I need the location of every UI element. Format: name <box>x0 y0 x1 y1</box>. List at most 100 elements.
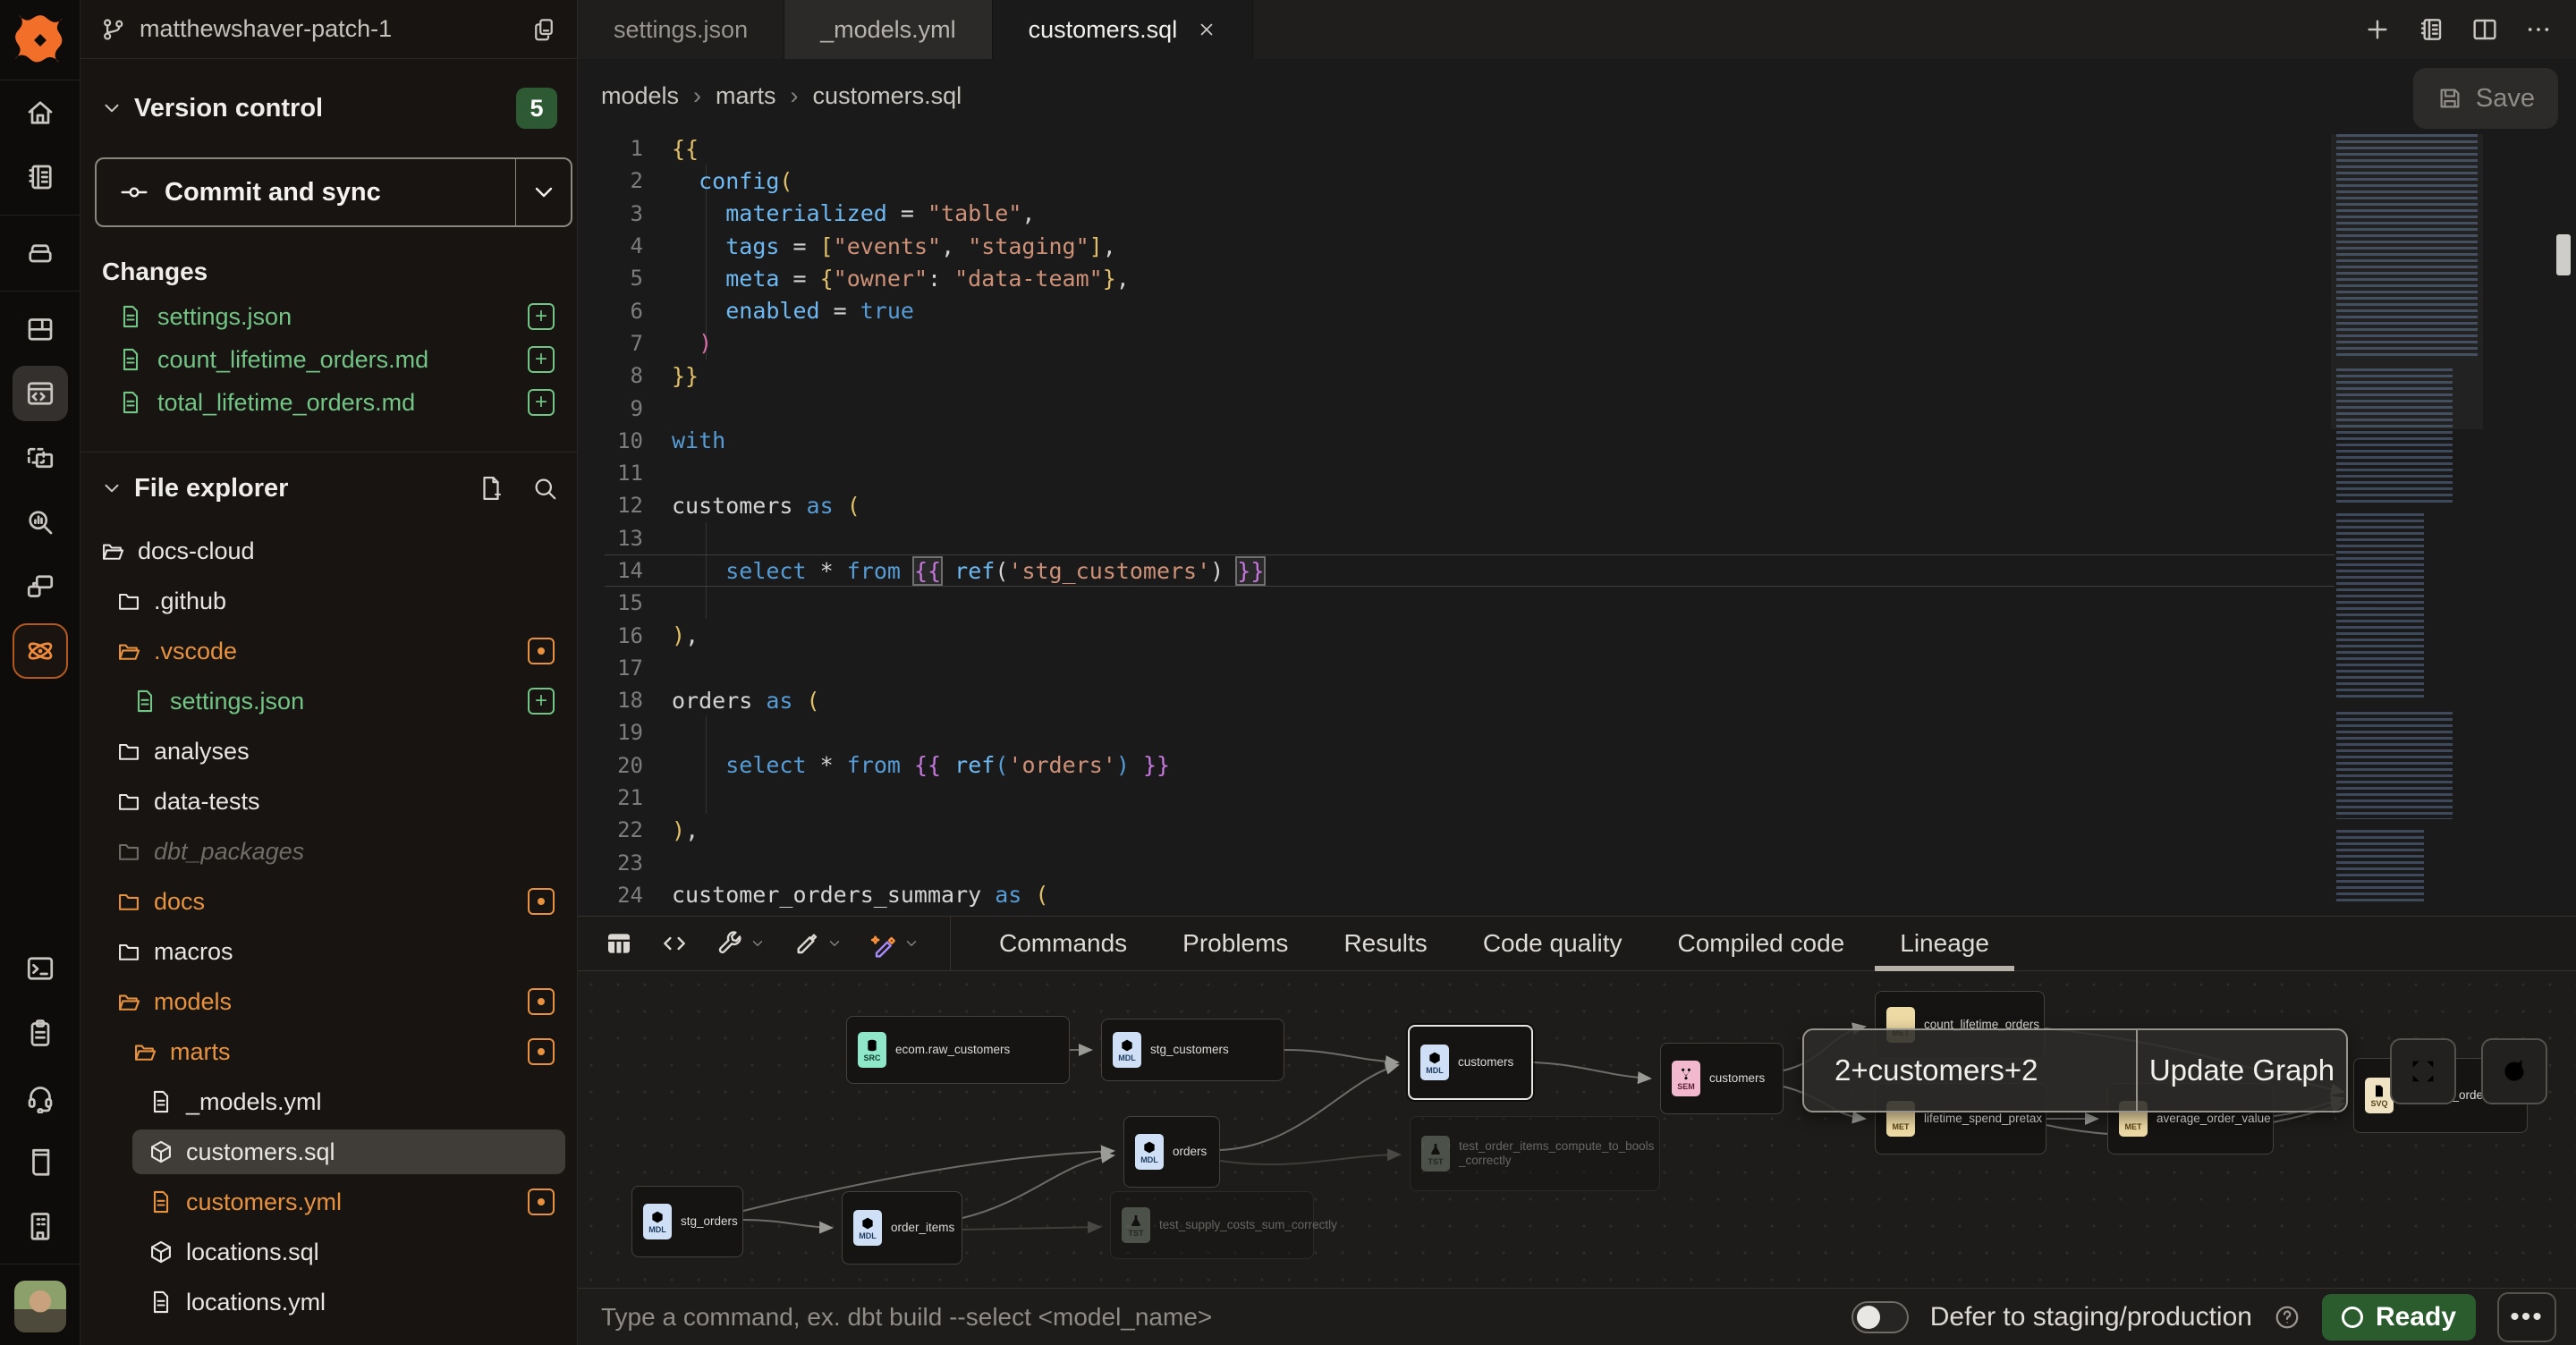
panel-tab-commands[interactable]: Commands <box>999 917 1127 971</box>
dbt-logo[interactable] <box>0 0 80 80</box>
user-avatar[interactable] <box>14 1281 66 1332</box>
stage-file-button[interactable]: + <box>528 688 555 715</box>
file-tree-item[interactable]: docs <box>80 876 578 926</box>
code-line[interactable]: 21 <box>605 782 2334 814</box>
code-line[interactable]: 24customer_orders_summary as ( <box>605 879 2334 911</box>
code-line[interactable]: 7 ) <box>605 327 2334 360</box>
file-tree-item[interactable]: docs-cloud <box>80 526 578 576</box>
file-tree-item[interactable]: .vscode <box>80 626 578 676</box>
version-control-header[interactable]: Version control 5 <box>80 88 577 129</box>
fullscreen-button[interactable] <box>2390 1038 2456 1104</box>
command-input[interactable]: Type a command, ex. dbt build --select <… <box>601 1303 1852 1332</box>
lineage-node-order_items[interactable]: MDLorder_items <box>842 1191 962 1265</box>
sidebar-headset-icon[interactable] <box>13 1070 68 1125</box>
panel-preview-table-icon[interactable] <box>605 929 633 958</box>
sidebar-windows-copy-icon[interactable] <box>13 559 68 614</box>
file-tree-item[interactable]: analyses <box>80 726 578 776</box>
file-tree-item[interactable]: customers.sql <box>80 1127 578 1177</box>
sidebar-insights-search-icon[interactable] <box>13 495 68 550</box>
breadcrumb-file[interactable]: customers.sql <box>813 82 962 110</box>
code-line[interactable]: 5 meta = {"owner": "data-team"}, <box>605 262 2334 294</box>
code-line[interactable]: 14 select * from {{ ref('stg_customers')… <box>605 554 2334 587</box>
lineage-query[interactable]: 2+customers+2 <box>1804 1030 2136 1111</box>
file-tree-item[interactable]: data-tests <box>80 776 578 826</box>
code-line[interactable]: 2 config( <box>605 165 2334 197</box>
close-icon[interactable] <box>1197 20 1216 39</box>
lineage-node-stg_orders[interactable]: MDLstg_orders <box>631 1186 743 1257</box>
new-file-icon[interactable] <box>478 475 504 502</box>
code-line[interactable]: 16), <box>605 619 2334 651</box>
sidebar-terminal-icon[interactable] <box>13 941 68 996</box>
lineage-node-test_order_items_compute_to_bools_correctly[interactable]: TSTtest_order_items_compute_to_bools_cor… <box>1410 1116 1660 1191</box>
refresh-graph-button[interactable] <box>2481 1038 2547 1104</box>
split-editor-icon[interactable] <box>2470 15 2499 44</box>
sidebar-atom-ai-icon[interactable] <box>13 623 68 679</box>
changed-file-row[interactable]: settings.json+ <box>80 295 578 338</box>
stage-file-button[interactable]: + <box>528 303 555 330</box>
file-tree-item[interactable]: locations.sql <box>80 1227 578 1277</box>
sidebar-notebook-icon[interactable] <box>13 149 68 205</box>
lineage-node-test_supply_costs_sum_correctly[interactable]: TSTtest_supply_costs_sum_correctly <box>1110 1191 1314 1259</box>
file-tree-item[interactable]: locations.yml <box>80 1277 578 1327</box>
lineage-node-stg_customers[interactable]: MDLstg_customers <box>1101 1019 1284 1081</box>
editor-tab-customers.sql[interactable]: customers.sql <box>993 0 1254 59</box>
file-tree-item[interactable]: customers.yml <box>80 1177 578 1227</box>
code-line[interactable]: 1{{ <box>605 132 2334 165</box>
panel-tab-compiled-code[interactable]: Compiled code <box>1677 917 1844 971</box>
sidebar-building-icon[interactable] <box>13 1198 68 1254</box>
panel-tab-problems[interactable]: Problems <box>1182 917 1288 971</box>
stage-file-button[interactable]: + <box>528 346 555 373</box>
code-line[interactable]: 22), <box>605 814 2334 846</box>
lineage-node-customers[interactable]: SEMcustomers <box>1660 1043 1784 1114</box>
code-line[interactable]: 10with <box>605 425 2334 457</box>
file-tree-item[interactable]: dbt_packages <box>80 826 578 876</box>
file-tree-item[interactable]: settings.json+ <box>80 676 578 726</box>
sidebar-home-icon[interactable] <box>13 85 68 140</box>
copy-icon[interactable] <box>530 16 557 43</box>
commit-and-sync-button[interactable]: Commit and sync <box>95 157 572 227</box>
panel-wrench-icon[interactable] <box>716 929 766 958</box>
file-tree-item[interactable]: marts <box>80 1027 578 1077</box>
code-line[interactable]: 19 <box>605 716 2334 749</box>
code-line[interactable]: 8}} <box>605 360 2334 392</box>
new-tab-icon[interactable] <box>2363 15 2392 44</box>
stage-file-button[interactable]: + <box>528 389 555 416</box>
code-line[interactable]: 3 materialized = "table", <box>605 198 2334 230</box>
branch-name[interactable]: matthewshaver-patch-1 <box>140 15 530 43</box>
breadcrumb-models[interactable]: models <box>601 82 679 110</box>
code-line[interactable]: 9 <box>605 392 2334 424</box>
status-ready[interactable]: Ready <box>2322 1294 2476 1341</box>
changed-file-row[interactable]: total_lifetime_orders.md+ <box>80 381 578 424</box>
search-icon[interactable] <box>531 475 558 502</box>
panel-tab-lineage[interactable]: Lineage <box>1900 917 1989 971</box>
save-button[interactable]: Save <box>2413 68 2558 129</box>
minimap[interactable] <box>2336 134 2478 903</box>
code-line[interactable]: 13 <box>605 522 2334 554</box>
code-line[interactable]: 17 <box>605 652 2334 684</box>
lineage-node-orders[interactable]: MDLorders <box>1123 1116 1220 1188</box>
code-editor[interactable]: 1{{2 config(3 materialized = "table",4 t… <box>605 132 2334 911</box>
sidebar-clipboard-icon[interactable] <box>13 1005 68 1061</box>
panel-tab-results[interactable]: Results <box>1343 917 1427 971</box>
sidebar-book-icon[interactable] <box>13 1134 68 1189</box>
sidebar-code-editor-icon[interactable] <box>13 366 68 421</box>
lineage-node-customers[interactable]: MDLcustomers <box>1408 1025 1533 1100</box>
update-graph-button[interactable]: Update Graph <box>2136 1030 2346 1111</box>
panel-ai-sparkle-pen-icon[interactable] <box>869 929 919 958</box>
file-explorer-header[interactable]: File explorer <box>80 465 578 512</box>
panel-format-pen-icon[interactable] <box>792 929 843 958</box>
help-icon[interactable] <box>2274 1304 2301 1331</box>
sidebar-selection-window-icon[interactable] <box>13 430 68 486</box>
code-line[interactable]: 11 <box>605 457 2334 489</box>
sidebar-inbox-tray-icon[interactable] <box>13 225 68 281</box>
outline-icon[interactable] <box>2417 15 2445 44</box>
sidebar-grid-layout-icon[interactable] <box>13 301 68 357</box>
file-tree-item[interactable]: .github <box>80 576 578 626</box>
code-line[interactable]: 12customers as ( <box>605 489 2334 521</box>
code-line[interactable]: 6 enabled = true <box>605 294 2334 326</box>
panel-code-tag-icon[interactable] <box>660 929 689 958</box>
file-tree-item[interactable]: macros <box>80 926 578 977</box>
more-icon[interactable] <box>2524 15 2553 44</box>
code-line[interactable]: 23 <box>605 847 2334 879</box>
defer-toggle[interactable] <box>1852 1301 1909 1333</box>
